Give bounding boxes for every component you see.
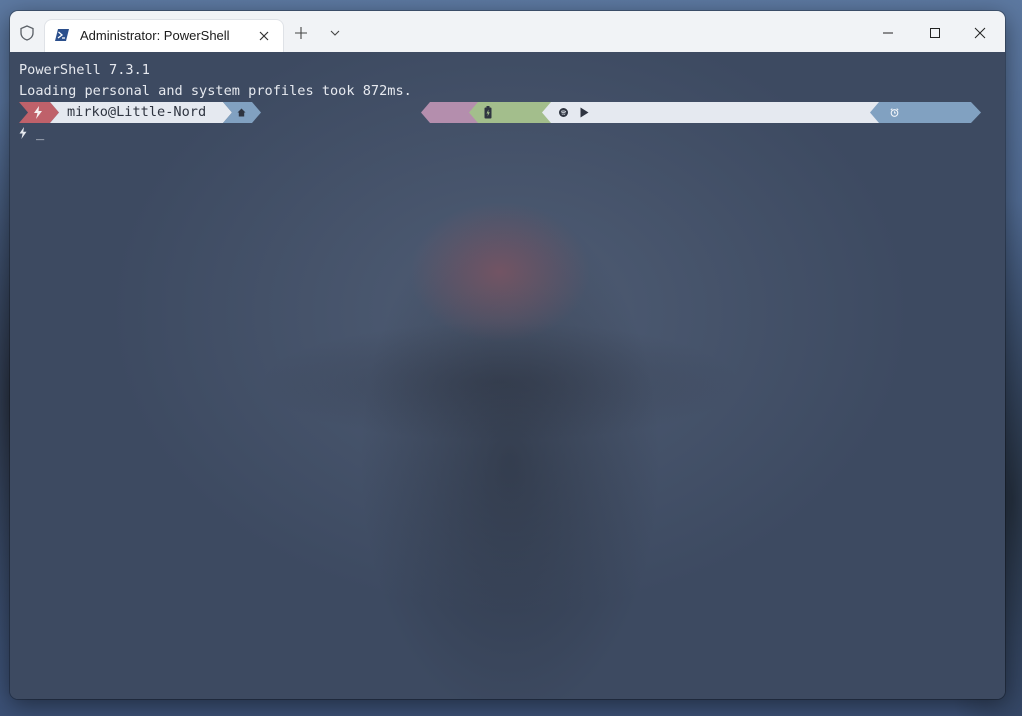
lightning-icon [19, 127, 27, 139]
play-icon [580, 107, 589, 118]
lightning-icon [34, 106, 42, 119]
version-line: PowerShell 7.3.1 [19, 62, 150, 78]
tab-close-icon[interactable] [256, 28, 272, 44]
tab-powershell[interactable]: Administrator: PowerShell [45, 20, 283, 52]
battery-level: 100% [500, 146, 533, 162]
clock-time: 24,23:52 [907, 146, 973, 162]
close-window-button[interactable] [958, 20, 1002, 46]
exec-time: 0ms [436, 125, 461, 141]
battery-icon [484, 106, 492, 119]
chevron-down-icon[interactable] [329, 28, 341, 38]
terminal-window: Administrator: PowerShell PowerShell 7.3… [10, 11, 1005, 699]
terminal-output[interactable]: PowerShell 7.3.1 Loading personal and sy… [10, 52, 1005, 699]
now-playing: Arctic Monkeys - I Wanna Be Yours [597, 167, 868, 183]
music-segment: Arctic Monkeys - I Wanna Be Yours [542, 102, 879, 123]
user-host: mirko@Little-Nord [67, 104, 207, 120]
close-icon [974, 27, 986, 39]
clock-segment: 24,23:52 [870, 102, 981, 123]
text-cursor: _ [36, 125, 45, 141]
minimize-button[interactable] [866, 20, 910, 46]
home-icon [237, 108, 246, 117]
spotify-icon [559, 108, 568, 117]
battery-segment: 100% [469, 102, 551, 123]
powershell-icon [55, 29, 69, 41]
profile-load-line: Loading personal and system profiles too… [19, 83, 412, 99]
alarm-clock-icon [890, 108, 899, 117]
prompt-bar: mirko@Little-Nord 0ms 100% Arctic Monkey… [19, 102, 981, 123]
maximize-button[interactable] [913, 20, 957, 46]
minimize-icon [883, 32, 893, 34]
title-bar: Administrator: PowerShell [10, 11, 1005, 53]
maximize-icon [930, 28, 940, 38]
new-tab-plus-icon[interactable] [294, 26, 308, 40]
tab-title: Administrator: PowerShell [80, 28, 230, 43]
shield-icon[interactable] [18, 24, 36, 42]
user-host-segment: mirko@Little-Nord [50, 102, 232, 123]
